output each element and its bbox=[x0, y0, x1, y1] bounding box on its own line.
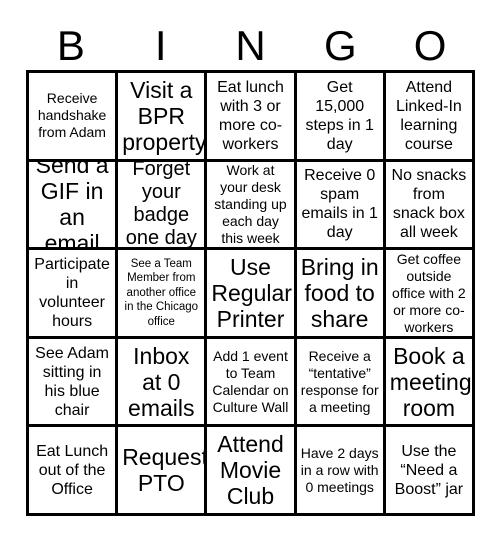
bingo-cell-r5c1[interactable]: Eat Lunch out of the Office bbox=[29, 427, 119, 516]
bingo-cell-label: Receive handshake from Adam bbox=[37, 90, 107, 141]
bingo-cell-r2c4[interactable]: Receive 0 spam emails in 1 day bbox=[296, 161, 386, 251]
bingo-cell-r5c3[interactable]: Attend Movie Club bbox=[207, 427, 297, 516]
header-letter-g: G bbox=[323, 22, 357, 69]
bingo-cell-label: Visit a BPR property bbox=[122, 76, 207, 155]
bingo-cell-r3c3[interactable]: Use Regular Printer bbox=[207, 250, 297, 339]
bingo-header: B I N G O bbox=[26, 14, 475, 68]
bingo-cell-label: Work at your desk standing up each day t… bbox=[214, 161, 287, 246]
bingo-cell-r3c2[interactable]: See a Team Member from another office in… bbox=[118, 250, 208, 339]
bingo-cell-label: Have 2 days in a row with 0 meetings bbox=[300, 444, 379, 495]
bingo-cell-label: Forget your badge one day bbox=[125, 161, 197, 250]
bingo-cell-label: Receive 0 spam emails in 1 day bbox=[301, 167, 378, 242]
bingo-cell-label: Eat Lunch out of the Office bbox=[36, 442, 109, 498]
bingo-cell-label: Bring in food to share bbox=[300, 253, 379, 332]
bingo-card: B I N G O Receive handshake from Adam Vi… bbox=[0, 0, 501, 544]
bingo-cell-r1c4[interactable]: Get 15,000 steps in 1 day bbox=[296, 73, 386, 162]
bingo-cell-label: See a Team Member from another office in… bbox=[124, 257, 199, 328]
bingo-cell-label: No snacks from snack box all week bbox=[391, 167, 467, 242]
bingo-cell-r2c2[interactable]: Forget your badge one day bbox=[118, 161, 208, 251]
header-letter-o: O bbox=[413, 22, 447, 69]
bingo-cell-label: Get coffee outside office with 2 or more… bbox=[392, 250, 466, 335]
bingo-cell-label: Attend Movie Club bbox=[217, 431, 284, 510]
header-letter-n: N bbox=[235, 22, 266, 69]
bingo-cell-label: Request PTO bbox=[122, 444, 208, 497]
bingo-cell-r1c2[interactable]: Visit a BPR property bbox=[118, 73, 208, 162]
bingo-cell-r4c3[interactable]: Add 1 event to Team Calendar on Culture … bbox=[207, 338, 297, 428]
bingo-cell-r4c1[interactable]: See Adam sitting in his blue chair bbox=[29, 338, 119, 428]
bingo-cell-label: Book a meeting room bbox=[389, 342, 472, 421]
bingo-cell-label: Send a GIF in an email bbox=[35, 161, 109, 251]
bingo-cell-label: Inbox at 0 emails bbox=[128, 342, 195, 421]
bingo-grid: Receive handshake from Adam Visit a BPR … bbox=[26, 70, 475, 516]
bingo-cell-r3c1[interactable]: Participate in volunteer hours bbox=[29, 250, 119, 339]
bingo-cell-r4c2[interactable]: Inbox at 0 emails bbox=[118, 338, 208, 428]
bingo-cell-r3c5[interactable]: Get coffee outside office with 2 or more… bbox=[385, 250, 475, 339]
bingo-cell-r5c5[interactable]: Use the “Need a Boost” jar bbox=[385, 427, 475, 516]
bingo-cell-r5c2[interactable]: Request PTO bbox=[118, 427, 208, 516]
header-letter-i: I bbox=[154, 22, 167, 69]
bingo-cell-label: See Adam sitting in his blue chair bbox=[35, 344, 109, 419]
bingo-cell-r1c5[interactable]: Attend Linked-In learning course bbox=[385, 73, 475, 162]
bingo-cell-r4c4[interactable]: Receive a “tentative” response for a mee… bbox=[296, 338, 386, 428]
bingo-cell-r2c5[interactable]: No snacks from snack box all week bbox=[385, 161, 475, 251]
bingo-cell-label: Receive a “tentative” response for a mee… bbox=[300, 347, 379, 415]
bingo-cell-label: Use Regular Printer bbox=[211, 253, 292, 332]
bingo-cell-r3c4[interactable]: Bring in food to share bbox=[296, 250, 386, 339]
bingo-cell-r1c3[interactable]: Eat lunch with 3 or more co-workers bbox=[207, 73, 297, 162]
bingo-cell-r2c1[interactable]: Send a GIF in an email bbox=[29, 161, 119, 251]
bingo-cell-label: Eat lunch with 3 or more co-workers bbox=[217, 78, 284, 153]
bingo-cell-label: Attend Linked-In learning course bbox=[395, 78, 462, 153]
bingo-cell-r2c3[interactable]: Work at your desk standing up each day t… bbox=[207, 161, 297, 251]
header-letter-b: B bbox=[56, 22, 85, 69]
bingo-cell-label: Participate in volunteer hours bbox=[34, 255, 110, 330]
bingo-cell-r1c1[interactable]: Receive handshake from Adam bbox=[29, 73, 119, 162]
bingo-cell-r5c4[interactable]: Have 2 days in a row with 0 meetings bbox=[296, 427, 386, 516]
bingo-cell-label: Get 15,000 steps in 1 day bbox=[305, 78, 374, 153]
bingo-cell-label: Add 1 event to Team Calendar on Culture … bbox=[212, 347, 289, 415]
bingo-cell-r4c5[interactable]: Book a meeting room bbox=[385, 338, 475, 428]
bingo-cell-label: Use the “Need a Boost” jar bbox=[394, 442, 464, 498]
